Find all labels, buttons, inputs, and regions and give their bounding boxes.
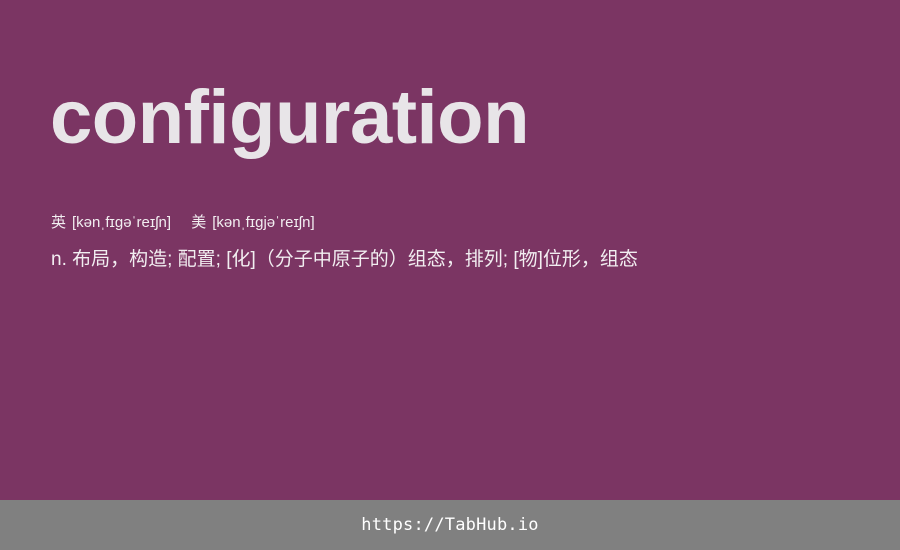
phonetics-row: 英 [kənˌfɪɡəˈreɪʃn] 美 [kənˌfɪɡjəˈreɪʃn]	[51, 212, 331, 234]
word-card: configuration 英 [kənˌfɪɡəˈreɪʃn] 美 [kənˌfɪ…	[0, 0, 900, 500]
footer-link[interactable]: https://TabHub.io	[361, 515, 538, 535]
phonetic-us: 美 [kənˌfɪɡjəˈreɪʃn]	[191, 212, 314, 234]
phonetic-us-ipa: [kənˌfɪɡjəˈreɪʃn]	[212, 214, 315, 231]
phonetic-uk-label: 英	[51, 214, 67, 231]
headword: configuration	[50, 75, 530, 160]
definition-text: n. 布局，构造; 配置; [化]（分子中原子的）组态，排列; [物]位形，组态	[51, 249, 638, 270]
phonetic-uk-ipa: [kənˌfɪɡəˈreɪʃn]	[72, 214, 172, 231]
footer-bar: https://TabHub.io	[0, 500, 900, 550]
phonetic-us-label: 美	[191, 214, 207, 231]
phonetic-uk: 英 [kənˌfɪɡəˈreɪʃn]	[51, 212, 171, 234]
